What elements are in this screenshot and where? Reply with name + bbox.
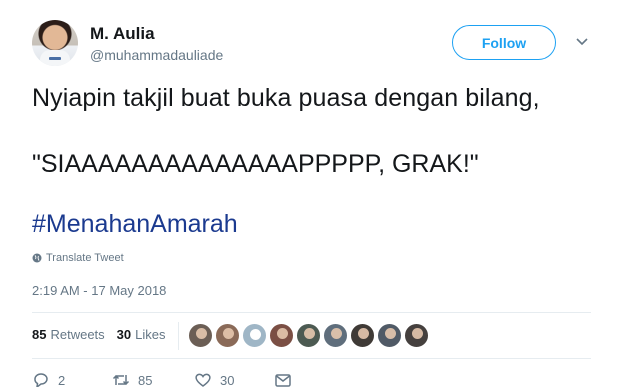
liker-avatar[interactable]	[242, 323, 267, 348]
reply-icon	[34, 373, 48, 387]
divider	[32, 358, 591, 359]
liker-avatar[interactable]	[296, 323, 321, 348]
tweet-text-line-1: Nyiapin takjil buat buka puasa dengan bi…	[32, 84, 540, 112]
heart-icon	[195, 373, 211, 387]
retweet-button[interactable]: 85	[112, 372, 194, 387]
globe-icon	[32, 253, 42, 263]
hashtag-link[interactable]: #MenahanAmarah	[32, 210, 238, 239]
retweet-count: 85	[138, 372, 153, 387]
tweet-timestamp[interactable]: 2:19 AM - 17 May 2018	[32, 283, 166, 298]
likes-label: Likes	[135, 327, 166, 342]
translate-label: Translate Tweet	[46, 252, 124, 264]
retweets-label: Retweets	[50, 327, 105, 342]
liker-avatar[interactable]	[323, 323, 348, 348]
tweet-actions: 2 85 30	[32, 372, 292, 387]
likes-stat[interactable]: 30 Likes	[117, 327, 166, 342]
like-button[interactable]: 30	[194, 372, 274, 387]
liker-avatars	[188, 323, 429, 348]
user-avatar[interactable]	[32, 20, 78, 66]
translate-tweet-link[interactable]: Translate Tweet	[32, 252, 124, 264]
reply-button[interactable]: 2	[32, 372, 112, 387]
author-handle[interactable]: @muhammadauliade	[90, 47, 223, 63]
liker-avatar[interactable]	[404, 323, 429, 348]
liker-avatar[interactable]	[350, 323, 375, 348]
envelope-icon	[275, 374, 291, 387]
chevron-down-icon[interactable]	[575, 36, 589, 48]
direct-message-button[interactable]	[274, 372, 292, 387]
follow-button[interactable]: Follow	[452, 25, 556, 60]
liker-avatar[interactable]	[269, 323, 294, 348]
retweets-stat[interactable]: 85 Retweets	[32, 327, 105, 342]
retweet-icon	[112, 374, 130, 386]
avatar-shirt	[40, 50, 70, 66]
stats-separator	[178, 322, 179, 350]
divider	[32, 312, 591, 313]
likes-count: 30	[116, 327, 132, 342]
author-name[interactable]: M. Aulia	[90, 24, 155, 44]
liker-avatar[interactable]	[215, 323, 240, 348]
tweet-text-line-2: "SIAAAAAAAAAAAAAAPPPPP, GRAK!"	[32, 150, 479, 178]
reply-count: 2	[58, 372, 66, 387]
like-count: 30	[220, 372, 235, 387]
liker-avatar[interactable]	[188, 323, 213, 348]
tweet-stats: 85 Retweets 30 Likes	[32, 327, 166, 342]
liker-avatar[interactable]	[377, 323, 402, 348]
retweets-count: 85	[32, 327, 47, 342]
